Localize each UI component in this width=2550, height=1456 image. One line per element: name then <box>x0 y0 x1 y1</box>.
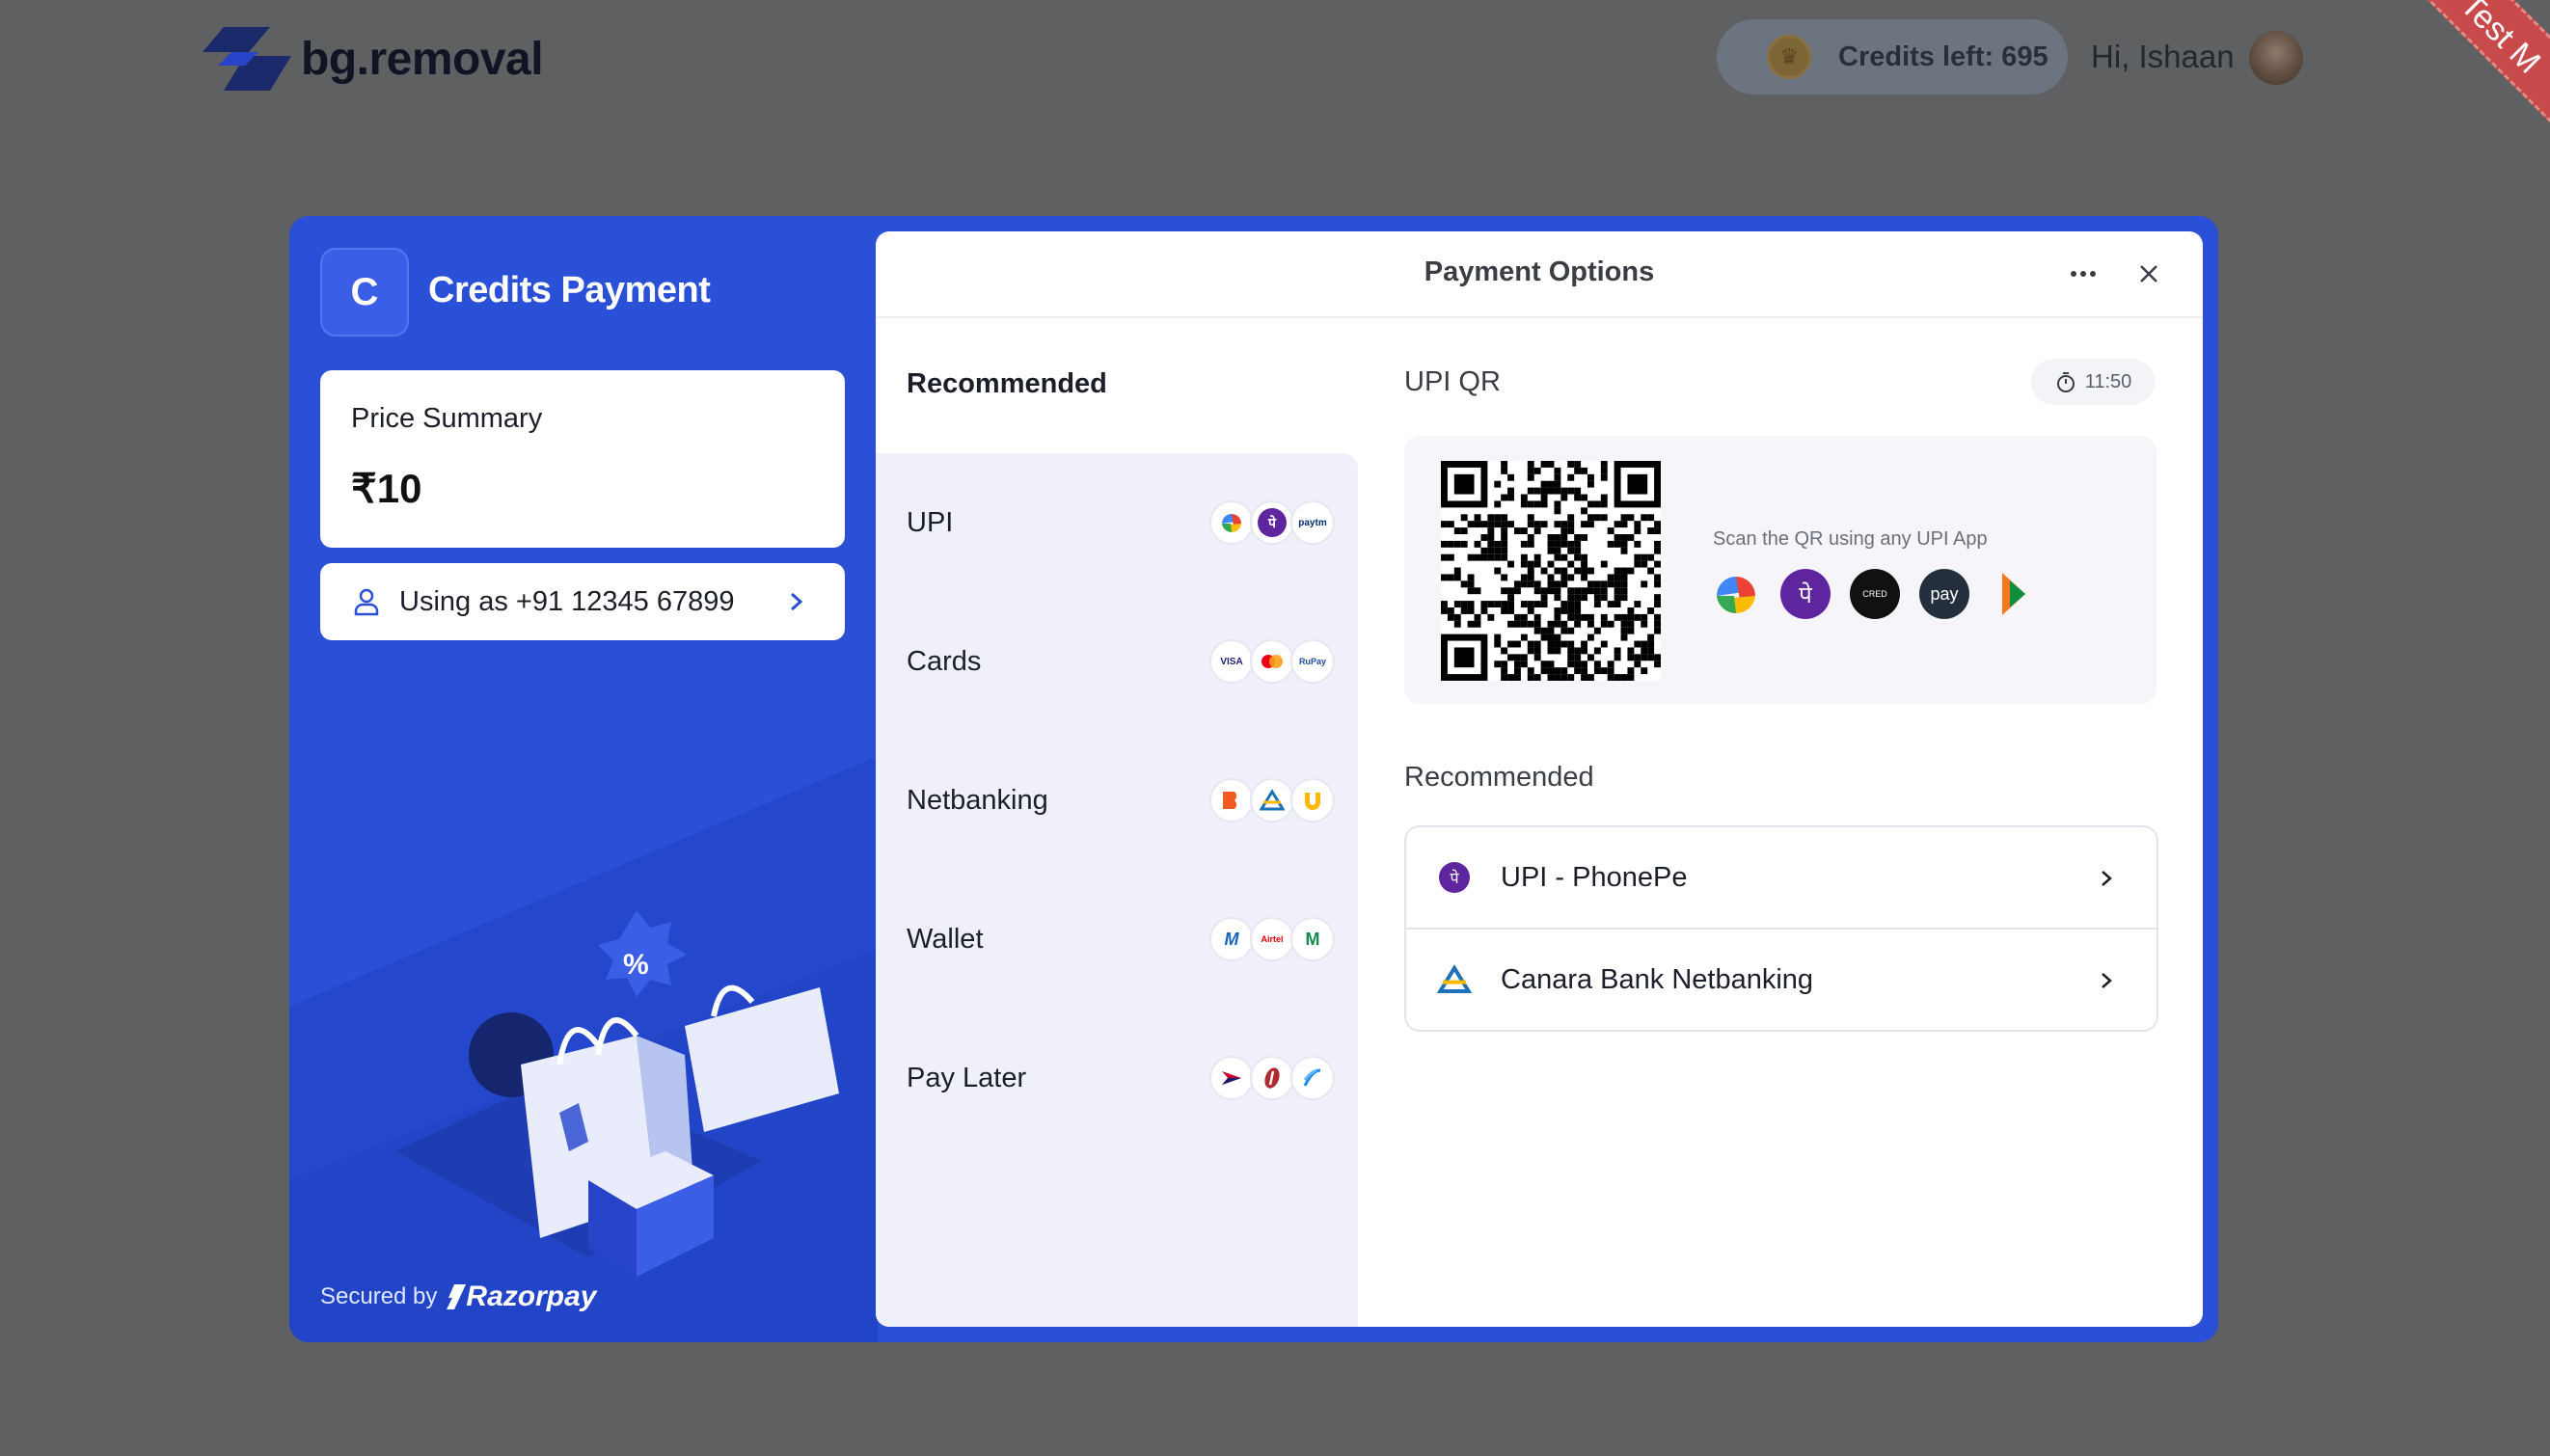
razorpay-wordmark: Razorpay <box>466 1281 597 1312</box>
mobikwik-icon: M <box>1209 917 1254 961</box>
chevron-right-icon <box>2102 973 2112 988</box>
qr-timer: 11:50 <box>2031 359 2155 405</box>
method-label: Netbanking <box>907 784 1048 816</box>
credits-label: Credits left: 695 <box>1838 40 2048 72</box>
method-label: UPI <box>907 506 954 538</box>
more-options-button[interactable] <box>2064 255 2102 293</box>
methods-list: UPI पे paytm Cards VISA RuPay Netbanking… <box>876 453 1358 1327</box>
qr-code-icon <box>1441 461 1661 681</box>
methods-heading: Recommended <box>907 368 1107 399</box>
recommended-list: पे UPI - PhonePe Canara Bank Netbanking <box>1404 825 2158 1032</box>
method-pay-later[interactable]: Pay Later <box>876 1009 1358 1147</box>
recommended-label: Canara Bank Netbanking <box>1501 963 1814 995</box>
google-pay-icon <box>1209 500 1254 545</box>
method-icons <box>1209 1056 1335 1100</box>
method-upi[interactable]: UPI पे paytm <box>876 453 1358 592</box>
bank-of-baroda-icon <box>1209 778 1254 822</box>
price-value: ₹10 <box>351 466 422 511</box>
upi-qr-title: UPI QR <box>1404 366 1501 397</box>
method-label: Pay Later <box>907 1062 1027 1093</box>
lazypay-icon <box>1209 1056 1254 1100</box>
bhim-icon <box>1989 569 2039 619</box>
method-icons: VISA RuPay <box>1209 639 1335 684</box>
timer-value: 11:50 <box>2084 370 2132 392</box>
brand-name: bg.removal <box>301 33 544 85</box>
merchant-panel: C Credits Payment Price Summary ₹10 Usin… <box>289 216 878 1342</box>
options-topbar: Payment Options <box>876 231 2203 318</box>
secured-by-label: Secured by <box>320 1283 438 1309</box>
qr-card: Scan the QR using any UPI App पे CRED pa… <box>1404 436 2157 704</box>
airtel-payments-icon: Airtel <box>1250 917 1294 961</box>
qr-hint: Scan the QR using any UPI App <box>1713 528 1988 550</box>
payment-methods: Recommended UPI पे paytm Cards VISA RuPa… <box>876 318 1358 1327</box>
method-label: Cards <box>907 645 982 677</box>
close-icon <box>2140 265 2157 283</box>
canara-bank-icon <box>1437 962 1472 997</box>
chevron-right-icon <box>2102 871 2112 886</box>
payment-options-panel: Payment Options Recommended UPI पे paytm… <box>876 231 2203 1327</box>
method-netbanking[interactable]: Netbanking <box>876 731 1358 870</box>
test-mode-ribbon: Test M <box>2405 0 2550 197</box>
coin-icon: ♛ <box>1767 35 1811 79</box>
contact-label: Using as +91 12345 67899 <box>399 585 735 617</box>
bg-removal-logo-icon <box>203 27 291 91</box>
method-wallet[interactable]: Wallet M Airtel M <box>876 870 1358 1009</box>
price-summary-card: Price Summary ₹10 <box>320 370 845 548</box>
method-label: Wallet <box>907 923 984 955</box>
method-icons <box>1209 778 1335 822</box>
payment-modal: C Credits Payment Price Summary ₹10 Usin… <box>289 216 2218 1342</box>
user-greeting: Hi, Ishaan <box>2091 39 2235 74</box>
phonepe-icon: पे <box>1780 569 1831 619</box>
user-icon <box>354 588 379 616</box>
method-icons: M Airtel M <box>1209 917 1335 961</box>
payment-options-title: Payment Options <box>1424 256 1655 287</box>
price-summary-label: Price Summary <box>351 403 543 434</box>
avatar[interactable] <box>2249 31 2303 85</box>
canara-bank-icon <box>1250 778 1294 822</box>
more-dots-icon <box>2071 271 2096 277</box>
phonepe-icon: पे <box>1250 500 1294 545</box>
secured-by-razorpay: Secured by Razorpay <box>320 1281 596 1313</box>
brand-logo[interactable]: bg.removal <box>203 27 544 91</box>
phonepe-icon: पे <box>1437 860 1472 895</box>
hdfc-flexipay-icon <box>1290 1056 1335 1100</box>
cred-icon: CRED <box>1850 569 1900 619</box>
razorpay-logo: Razorpay <box>447 1281 596 1313</box>
visa-icon: VISA <box>1209 639 1254 684</box>
timer-icon <box>2056 372 2075 392</box>
recommended-title: Recommended <box>1404 762 1594 793</box>
paytm-icon: paytm <box>1290 500 1335 545</box>
contact-details-button[interactable]: Using as +91 12345 67899 <box>320 563 845 640</box>
upi-qr-code[interactable] <box>1441 461 1661 681</box>
recommended-upi-phonepe[interactable]: पे UPI - PhonePe <box>1406 827 2157 928</box>
amazon-pay-icon: pay <box>1919 569 1969 619</box>
close-button[interactable] <box>2130 255 2168 293</box>
shopping-illustration: % <box>395 910 839 1277</box>
merchant-name: Credits Payment <box>428 270 711 310</box>
qr-app-icons: पे CRED pay <box>1711 569 2058 619</box>
merchant-logo: C <box>320 248 409 337</box>
razorpay-icon <box>447 1284 467 1309</box>
rupay-icon: RuPay <box>1290 639 1335 684</box>
method-icons: पे paytm <box>1209 500 1335 545</box>
chevron-right-icon <box>791 592 803 611</box>
pnb-icon <box>1290 778 1335 822</box>
svg-text:%: % <box>623 949 649 981</box>
m-wallet-icon: M <box>1290 917 1335 961</box>
recommended-label: UPI - PhonePe <box>1501 861 1688 893</box>
google-pay-icon <box>1711 569 1761 619</box>
mastercard-icon <box>1250 639 1294 684</box>
credits-badge[interactable]: ♛ Credits left: 695 <box>1717 19 2068 94</box>
method-cards[interactable]: Cards VISA RuPay <box>876 592 1358 731</box>
icici-icon <box>1250 1056 1294 1100</box>
recommended-canara-netbanking[interactable]: Canara Bank Netbanking <box>1406 928 2157 1030</box>
